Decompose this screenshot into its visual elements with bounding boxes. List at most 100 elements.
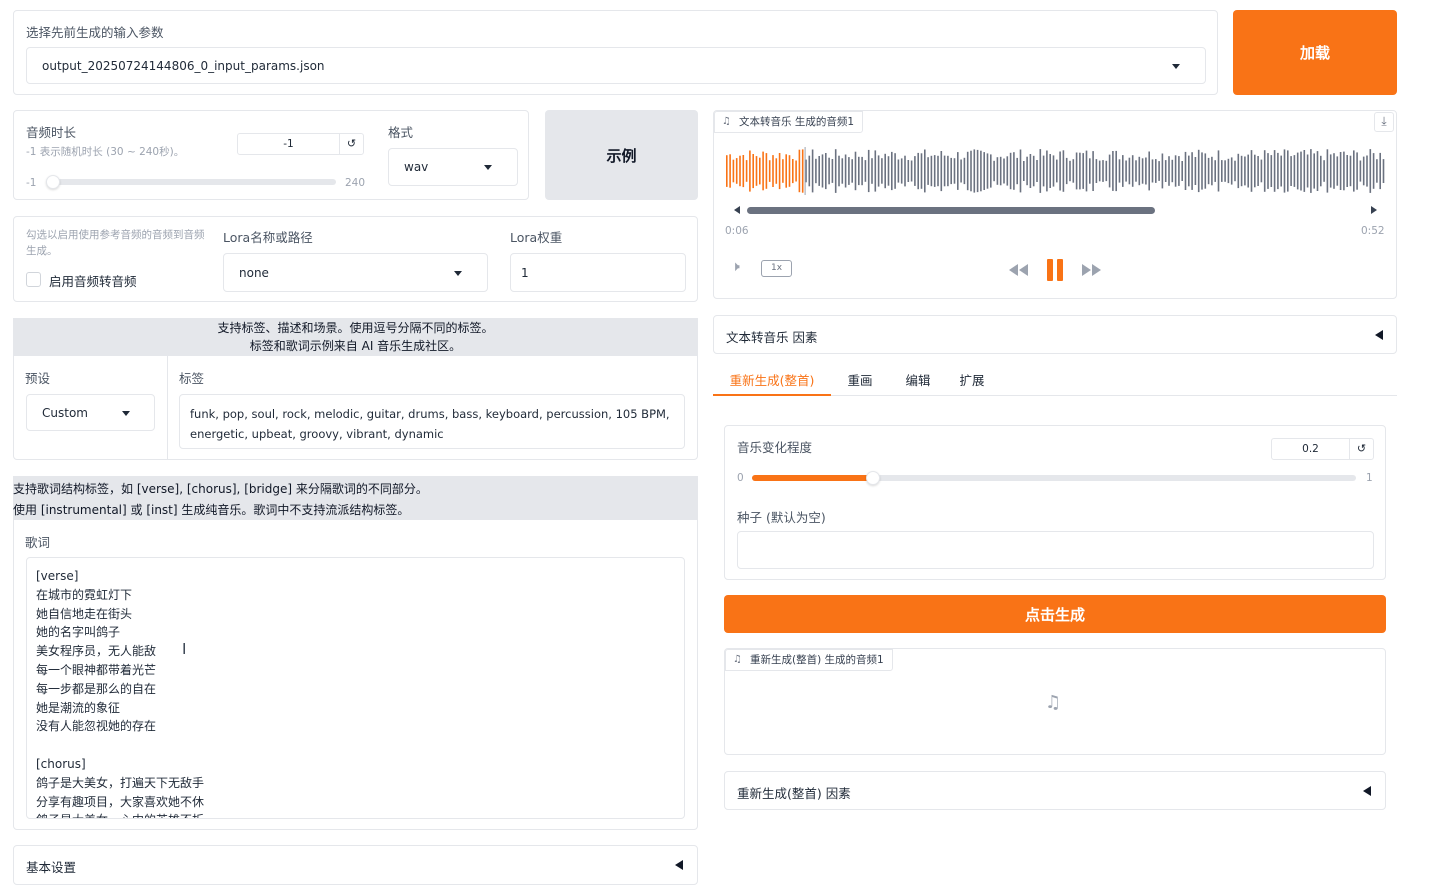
waveform-bar	[854, 151, 857, 191]
waveform-bar	[1224, 160, 1226, 182]
format-select[interactable]: wav	[388, 148, 518, 186]
waveform-bar	[1336, 156, 1339, 186]
waveform-bar	[1188, 155, 1190, 187]
waveform-bar	[851, 159, 853, 183]
preset-select[interactable]: Custom	[26, 394, 155, 431]
ref-audio-checkbox[interactable]	[26, 272, 41, 287]
waveform-bar	[818, 156, 820, 186]
waveform-bar	[1158, 161, 1160, 181]
waveform-bar	[858, 156, 860, 186]
waveform-bar	[1237, 153, 1240, 189]
waveform-bar	[1089, 158, 1091, 184]
tab-2[interactable]: 编辑	[889, 366, 947, 396]
tab-1[interactable]: 重画	[831, 366, 889, 396]
fast-forward-icon[interactable]	[1082, 264, 1101, 276]
waveform-bar	[1046, 150, 1048, 192]
generate-button[interactable]: 点击生成	[724, 595, 1386, 633]
lora-weight-value[interactable]: 1	[521, 266, 529, 280]
waveform-bar	[801, 149, 804, 193]
playhead[interactable]	[804, 147, 806, 195]
waveform-bar	[1161, 153, 1164, 189]
t2m-factors-accordion[interactable]: 文本转音乐 因素	[713, 315, 1397, 354]
waveform-bar	[1079, 152, 1081, 190]
regen-factors-accordion[interactable]: 重新生成(整首) 因素	[724, 771, 1386, 810]
waveform-bar	[752, 154, 754, 189]
regen-factors-label: 重新生成(整首) 因素	[737, 786, 851, 801]
duration-value[interactable]: -1	[238, 134, 339, 154]
waveform-scrollbar[interactable]	[747, 207, 1155, 214]
seed-input[interactable]	[737, 531, 1374, 569]
lyrics-textarea[interactable]: [verse] 在城市的霓虹灯下 她自信地走在街头 她的名字叫鸽子 美女程序员，无人能敌…	[26, 557, 685, 819]
duration-panel: 音频时长 -1 表示随机时长 (30 ~ 240秒)。 -1 ↺ -1 240 …	[13, 110, 529, 200]
waveform-bar	[1059, 151, 1061, 191]
lora-name-select[interactable]: none	[223, 253, 488, 292]
volume-icon[interactable]: 🕨	[731, 259, 740, 275]
pause-icon[interactable]	[1047, 259, 1063, 281]
waveform-bar	[914, 156, 916, 186]
waveform-bar	[742, 155, 745, 188]
download-icon[interactable]: ⤓	[1374, 112, 1394, 132]
scroll-right-icon[interactable]	[1371, 206, 1377, 214]
waveform-bar	[1194, 157, 1197, 185]
scroll-left-icon[interactable]	[734, 206, 740, 214]
waveform-bar	[1141, 158, 1144, 184]
reset-icon[interactable]: ↺	[1349, 439, 1373, 459]
waveform-bar	[861, 156, 863, 186]
waveform-bar	[966, 151, 969, 191]
waveform-bar	[795, 160, 797, 182]
waveform-bar	[1184, 151, 1187, 190]
variance-slider-thumb[interactable]	[865, 471, 880, 485]
reset-icon[interactable]: ↺	[339, 134, 363, 154]
tab-bar: 重新生成(整首) 重画 编辑 扩展	[713, 366, 997, 396]
example-button[interactable]: 示例	[545, 110, 698, 200]
tab-0[interactable]: 重新生成(整首)	[713, 366, 831, 396]
duration-number[interactable]: -1 ↺	[237, 133, 364, 155]
duration-slider-track[interactable]	[46, 179, 336, 185]
waveform-bar	[963, 157, 966, 185]
waveform-bar	[1240, 155, 1243, 187]
waveform-bar	[1227, 158, 1230, 184]
ref-audio-checkbox-label[interactable]: 启用音频转音频	[49, 271, 137, 290]
seed-label: 种子 (默认为空)	[737, 510, 826, 525]
waveform-bar	[1148, 151, 1150, 191]
waveform-bar	[990, 154, 992, 188]
waveform-bar	[917, 152, 919, 190]
waveform-bar	[765, 153, 768, 189]
duration-hint: -1 表示随机时长 (30 ~ 240秒)。	[26, 146, 185, 158]
lyrics-line: 没有人能忽视她的存在	[36, 719, 157, 734]
format-label: 格式	[388, 125, 414, 140]
load-button[interactable]: 加载	[1233, 10, 1397, 95]
waveform-bar	[1293, 155, 1296, 187]
waveform[interactable]	[726, 147, 1386, 195]
waveform-bar	[841, 158, 844, 184]
params-panel: 选择先前生成的输入参数 output_20250724144806_0_inpu…	[13, 10, 1218, 95]
playback-speed-button[interactable]: 1x	[761, 260, 792, 277]
waveform-bar	[910, 160, 913, 182]
waveform-bar	[1075, 152, 1078, 190]
waveform-bar	[792, 159, 794, 184]
waveform-bar	[1056, 159, 1058, 183]
duration-slider-thumb[interactable]	[46, 175, 60, 189]
waveform-bar	[884, 153, 886, 189]
tags-label: 标签	[179, 371, 205, 386]
waveform-bar	[1197, 149, 1200, 193]
regen-output-tag-label: 重新生成(整首) 生成的音频1	[750, 654, 884, 666]
variance-number[interactable]: 0.2 ↺	[1271, 438, 1374, 460]
variance-value[interactable]: 0.2	[1272, 439, 1349, 459]
params-select[interactable]: output_20250724144806_0_input_params.jso…	[26, 47, 1206, 84]
tags-textarea[interactable]: funk, pop, soul, rock, melodic, guitar, …	[179, 394, 685, 449]
tab-3[interactable]: 扩展	[947, 366, 997, 396]
audio-output-tag-label: 文本转音乐 生成的音频1	[739, 116, 855, 128]
music-note-icon: ♫	[733, 654, 742, 665]
waveform-bar	[933, 155, 936, 187]
waveform-bar	[1006, 156, 1009, 186]
waveform-bar	[1105, 160, 1108, 182]
chevron-down-icon	[484, 165, 492, 170]
waveform-bar	[993, 160, 995, 182]
lora-weight-input[interactable]: 1	[510, 253, 686, 292]
basic-settings-accordion[interactable]: 基本设置	[13, 845, 698, 885]
rewind-icon[interactable]	[1009, 264, 1028, 276]
waveform-bar	[1287, 150, 1289, 192]
waveform-bar	[891, 151, 893, 191]
variance-slider-track[interactable]	[752, 475, 1356, 481]
